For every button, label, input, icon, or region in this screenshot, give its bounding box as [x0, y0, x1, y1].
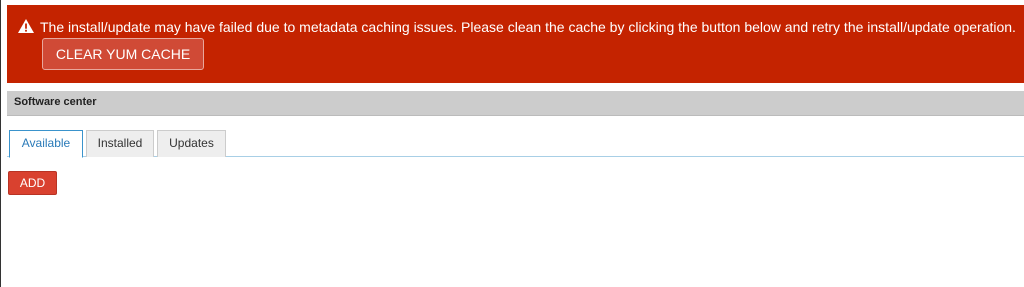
- tab-installed[interactable]: Installed: [86, 130, 154, 157]
- section-header: Software center: [7, 91, 1024, 116]
- warning-triangle-icon: [18, 19, 34, 33]
- alert-message: The install/update may have failed due t…: [40, 19, 1016, 35]
- tab-updates[interactable]: Updates: [157, 130, 226, 157]
- clear-yum-cache-button[interactable]: CLEAR YUM CACHE: [42, 38, 204, 70]
- cache-error-alert: The install/update may have failed due t…: [7, 5, 1024, 83]
- tab-available[interactable]: Available: [9, 130, 83, 158]
- section-title: Software center: [14, 96, 97, 108]
- add-button[interactable]: ADD: [8, 171, 57, 195]
- page-frame: The install/update may have failed due t…: [0, 0, 1024, 287]
